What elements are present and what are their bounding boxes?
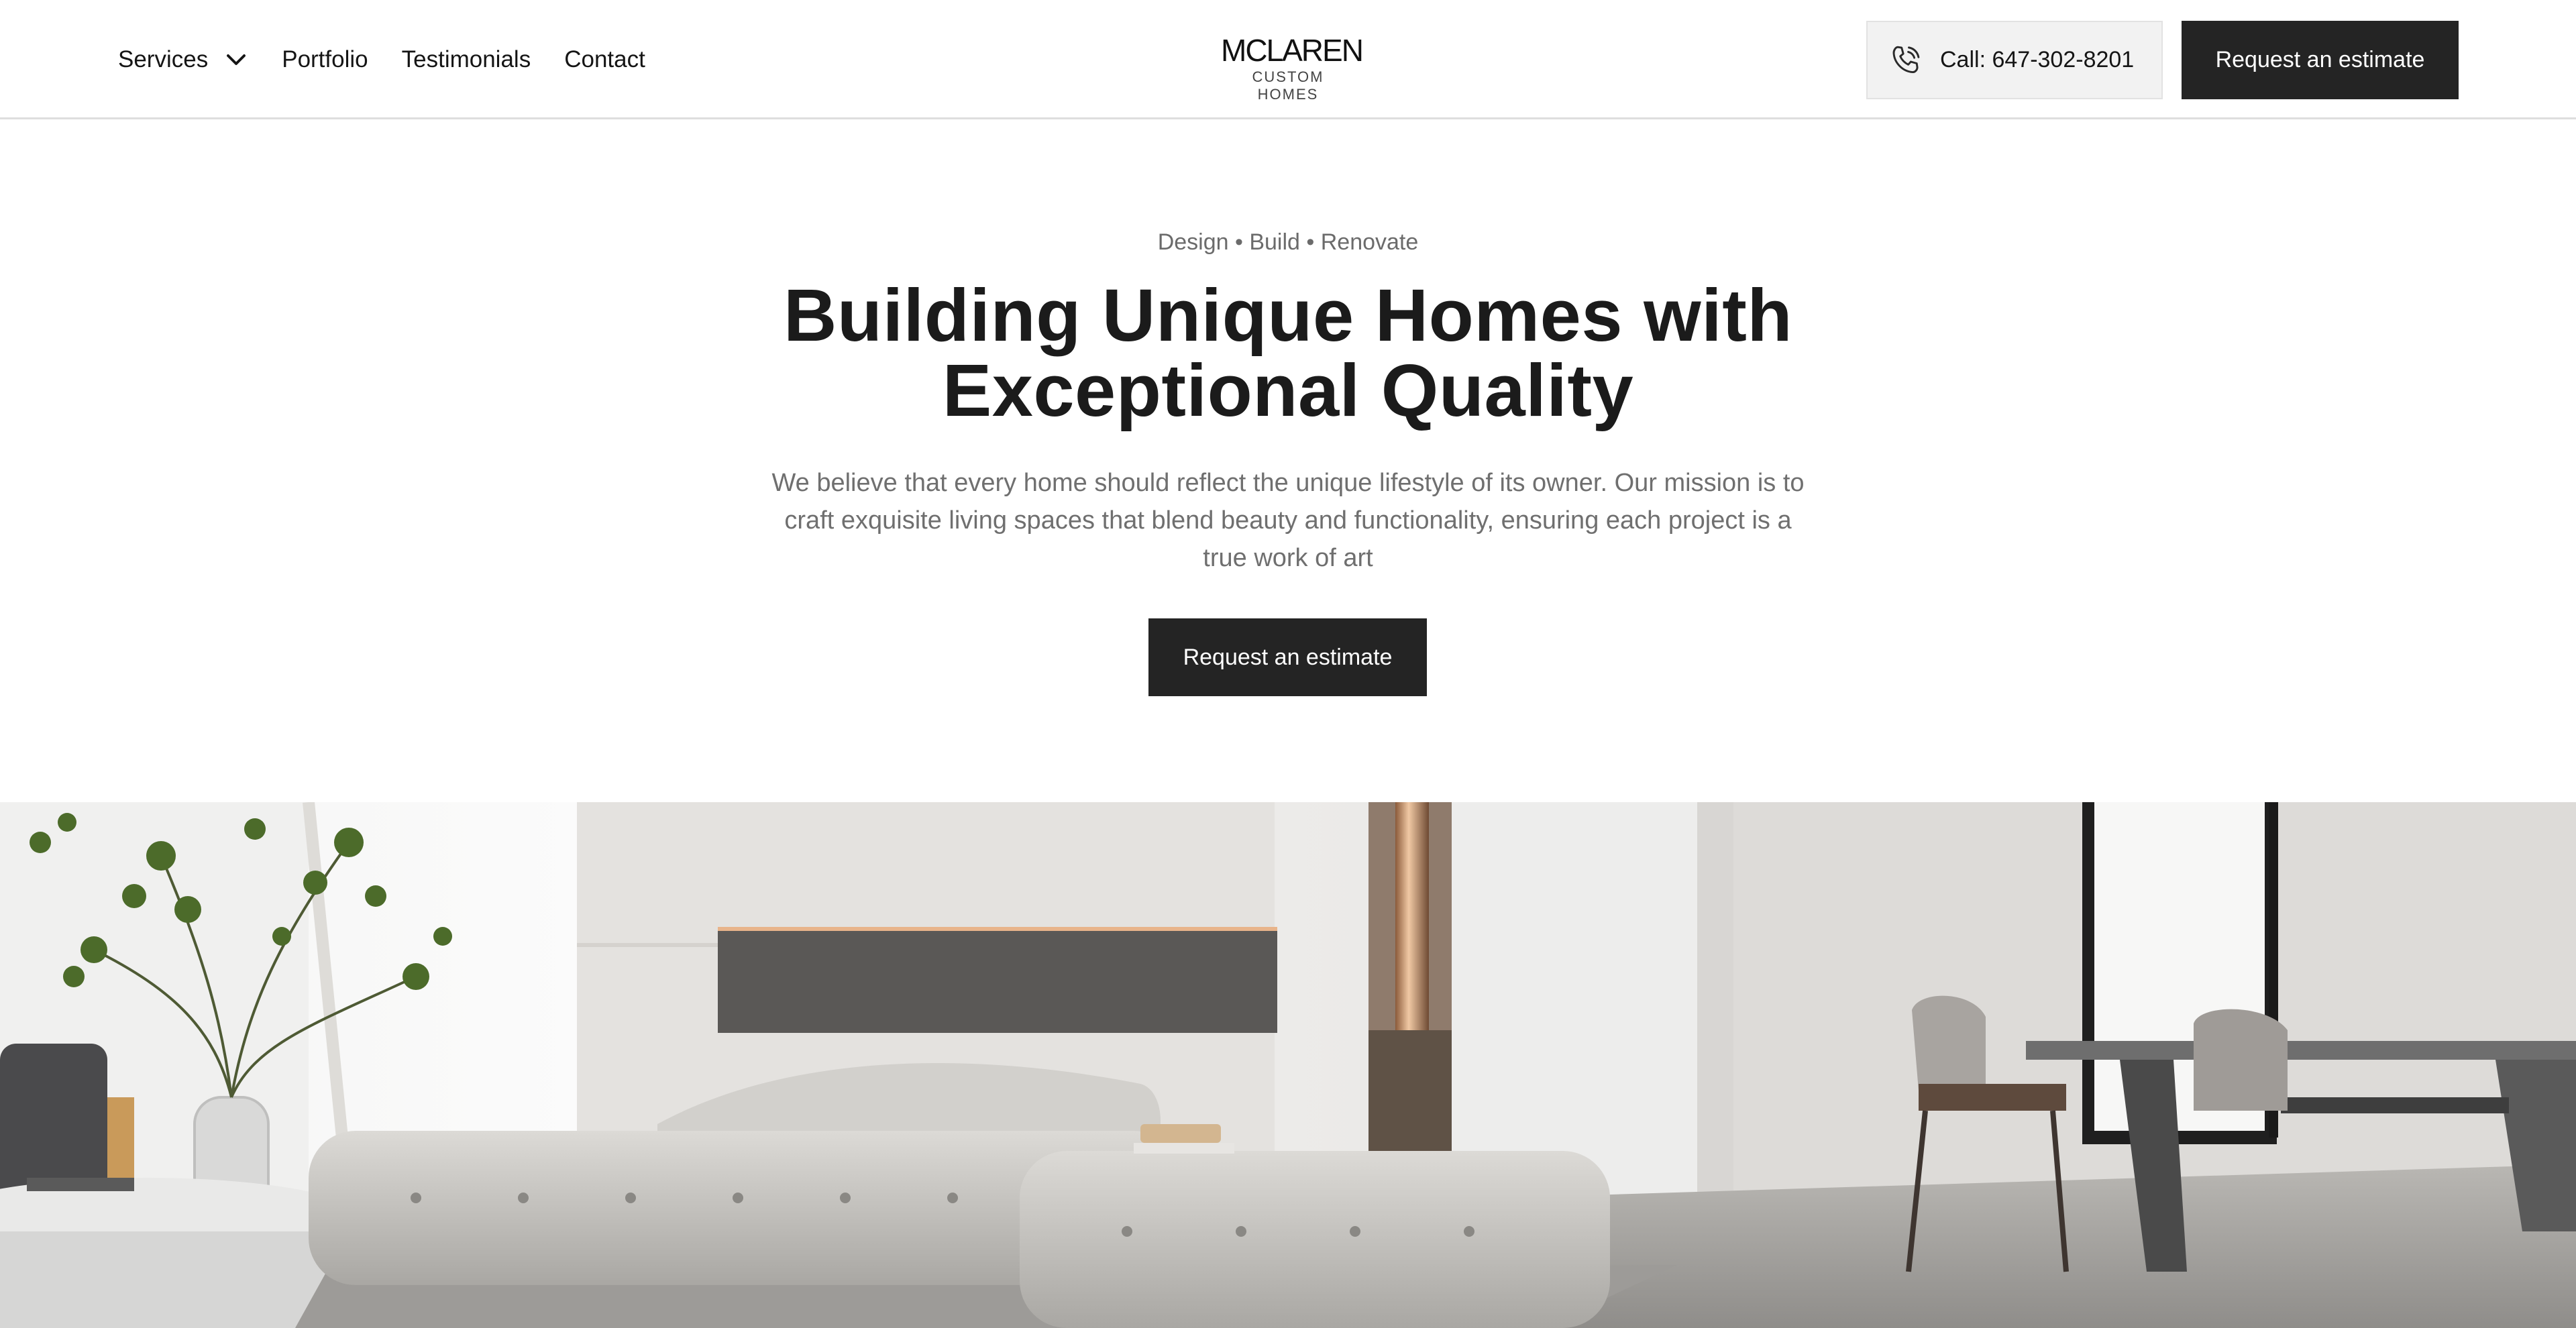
nav-portfolio[interactable]: Portfolio: [282, 46, 368, 73]
phone-icon: [1888, 42, 1924, 78]
call-button-label: Call: 647-302-8201: [1940, 47, 2135, 72]
nav-services-label: Services: [118, 46, 209, 72]
call-button[interactable]: Call: 647-302-8201: [1866, 21, 2163, 99]
header-request-estimate-button[interactable]: Request an estimate: [2182, 21, 2459, 99]
hero-description: We believe that every home should reflec…: [771, 469, 1805, 572]
hero-eyebrow: Design • Build • Renovate: [1157, 229, 1419, 255]
site-header: Services Portfolio Testimonials Contact …: [0, 0, 2576, 119]
logo-wordmark: MCLAREN: [1221, 33, 1364, 68]
main-nav: Services Portfolio Testimonials Contact: [118, 0, 679, 119]
site-logo[interactable]: MCLAREN CUSTOM HOMES: [1221, 33, 1364, 103]
nav-services[interactable]: Services: [118, 46, 248, 73]
nav-contact[interactable]: Contact: [564, 46, 645, 73]
hero-room-photo: [0, 802, 2576, 1328]
hero-request-estimate-button[interactable]: Request an estimate: [1148, 618, 1427, 696]
logo-tagline: CUSTOM HOMES: [1252, 68, 1324, 103]
hero-headline-line-1: Building Unique Homes with: [783, 274, 1793, 357]
hero-headline-line-2: Exceptional Quality: [942, 349, 1634, 432]
nav-testimonials[interactable]: Testimonials: [402, 46, 531, 73]
chevron-down-icon[interactable]: [224, 48, 248, 72]
hero-headline: Building Unique Homes with Exceptional Q…: [718, 278, 1858, 429]
